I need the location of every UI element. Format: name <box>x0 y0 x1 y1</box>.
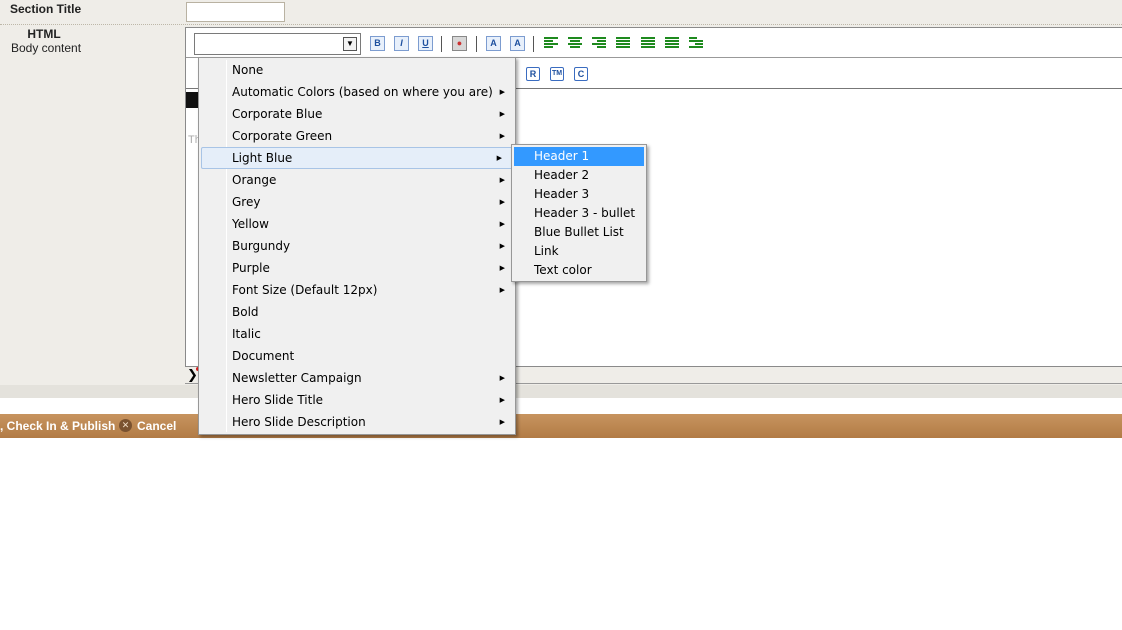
align-center-icon[interactable] <box>568 37 582 50</box>
menu-item-label: Document <box>232 349 295 363</box>
menu-item-label: Yellow <box>232 217 269 231</box>
menu-item-label: Corporate Blue <box>232 107 323 121</box>
submenu-arrow-icon: ▶ <box>499 110 505 118</box>
menu-item-label: None <box>232 63 264 77</box>
menu-item[interactable]: Grey ▶ <box>199 191 515 213</box>
submenu-arrow-icon: ▶ <box>499 242 505 250</box>
menu-item[interactable]: Purple ▶ <box>199 257 515 279</box>
chevron-down-icon[interactable]: ▼ <box>343 37 357 51</box>
menu-item-label: Hero Slide Title <box>232 393 324 407</box>
menu-item[interactable]: Document <box>199 345 515 367</box>
section-title-row: Section Title <box>0 0 1122 25</box>
style-select[interactable]: ▼ <box>194 33 361 55</box>
menu-item-label: Grey <box>232 195 261 209</box>
editor-content-heading <box>186 92 198 108</box>
section-title-input[interactable] <box>186 2 285 22</box>
toolbar-divider <box>533 36 534 52</box>
menu-item[interactable]: Automatic Colors (based on where you are… <box>199 81 515 103</box>
menu-item[interactable]: Italic <box>199 323 515 345</box>
form-bottom-strip <box>0 385 1122 398</box>
numbered-list-icon[interactable] <box>641 37 655 50</box>
menu-item[interactable]: Yellow ▶ <box>199 213 515 235</box>
submenu-item[interactable]: Header 3 - bullet <box>514 204 644 223</box>
cancel-icon[interactable]: ✕ <box>119 419 132 432</box>
submenu-arrow-icon: ▶ <box>499 374 505 382</box>
menu-item[interactable]: Font Size (Default 12px) ▶ <box>199 279 515 301</box>
menu-item-label: Burgundy <box>232 239 291 253</box>
align-right-icon[interactable] <box>592 37 606 50</box>
superscript-button[interactable]: A <box>486 36 501 51</box>
submenu-item[interactable]: Text color <box>514 261 644 280</box>
menu-item[interactable]: Bold <box>199 301 515 323</box>
menu-item-label: Hero Slide Description <box>232 415 366 429</box>
submenu-item[interactable]: Link <box>514 242 644 261</box>
submenu-arrow-icon: ▶ <box>499 264 505 272</box>
section-title-label: Section Title <box>10 2 82 16</box>
menu-item-label: Purple <box>232 261 270 275</box>
menu-item[interactable]: Corporate Blue ▶ <box>199 103 515 125</box>
menu-item[interactable]: Orange ▶ <box>199 169 515 191</box>
menu-item[interactable]: Hero Slide Title ▶ <box>199 389 515 411</box>
menu-item-label: Automatic Colors (based on where you are… <box>232 85 493 99</box>
check-in-publish-button[interactable]: , Check In & Publish <box>0 419 115 433</box>
indent-icon[interactable] <box>689 37 703 50</box>
menu-item-label: Font Size (Default 12px) <box>232 283 378 297</box>
submenu-arrow-icon: ▶ <box>499 286 505 294</box>
align-left-icon[interactable] <box>544 37 558 50</box>
menu-item-label: Bold <box>232 305 259 319</box>
menu-item-label: Newsletter Campaign <box>232 371 362 385</box>
cancel-button[interactable]: Cancel <box>137 419 176 433</box>
menu-item[interactable]: Hero Slide Description ▶ <box>199 411 515 433</box>
bold-button[interactable]: B <box>370 36 385 51</box>
registered-symbol-button[interactable]: R <box>526 67 540 81</box>
submenu-arrow-icon: ▶ <box>499 396 505 404</box>
submenu-arrow-icon: ▶ <box>499 418 505 426</box>
menu-item[interactable]: None <box>199 59 515 81</box>
submenu-arrow-icon: ▶ <box>499 220 505 228</box>
menu-item[interactable]: Newsletter Campaign ▶ <box>199 367 515 389</box>
submenu-arrow-icon: ▶ <box>499 176 505 184</box>
menu-item-label: Light Blue <box>232 151 293 165</box>
copyright-symbol-button[interactable]: C <box>574 67 588 81</box>
editor-toolbar-primary: ▼ B I U ● A A <box>186 28 1122 58</box>
light-blue-submenu: Header 1 Header 2 Header 3 Header 3 - bulle… <box>511 144 647 282</box>
menu-item[interactable]: Corporate Green ▶ <box>199 125 515 147</box>
menu-item[interactable]: Burgundy ▶ <box>199 235 515 257</box>
menu-item-label: Italic <box>232 327 261 341</box>
submenu-item[interactable]: Header 2 <box>514 166 644 185</box>
menu-item-label: Orange <box>232 173 277 187</box>
html-label: HTML <box>27 27 61 41</box>
action-bar: , Check In & Publish ✕ Cancel <box>0 414 1122 438</box>
menu-item-label: Corporate Green <box>232 129 333 143</box>
resize-handle-icon[interactable]: ❯ <box>187 367 200 382</box>
submenu-item[interactable]: Blue Bullet List <box>514 223 644 242</box>
submenu-item[interactable]: Header 1 <box>514 147 644 166</box>
toolbar-divider <box>476 36 477 52</box>
italic-button[interactable]: I <box>394 36 409 51</box>
submenu-arrow-icon: ▶ <box>499 198 505 206</box>
underline-button[interactable]: U <box>418 36 433 51</box>
align-justify-icon[interactable] <box>616 37 630 50</box>
submenu-arrow-icon: ▶ <box>499 88 505 96</box>
bullet-list-icon[interactable] <box>665 37 679 50</box>
trademark-symbol-button[interactable]: TM <box>550 67 564 81</box>
text-color-icon[interactable]: ● <box>452 36 467 51</box>
style-dropdown-menu: None Automatic Colors (based on where you… <box>198 57 516 435</box>
submenu-arrow-icon: ▶ <box>496 154 502 162</box>
submenu-arrow-icon: ▶ <box>499 132 505 140</box>
menu-item[interactable]: Light Blue ▶ <box>201 147 513 169</box>
body-content-label: Body content <box>11 41 82 55</box>
submenu-item[interactable]: Header 3 <box>514 185 644 204</box>
toolbar-divider <box>441 36 442 52</box>
subscript-button[interactable]: A <box>510 36 525 51</box>
